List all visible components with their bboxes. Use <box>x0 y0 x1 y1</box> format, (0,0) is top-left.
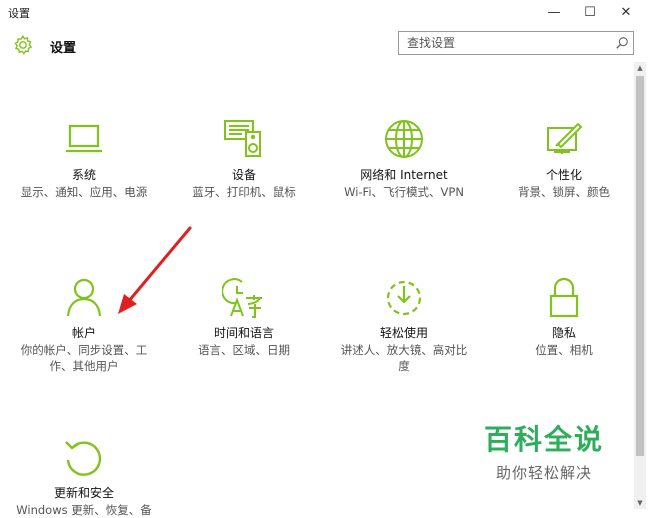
vertical-scrollbar[interactable]: ▲ ▼ <box>634 62 646 509</box>
category-description: 背景、锁屏、颜色 <box>518 185 610 199</box>
gear-icon <box>14 35 33 55</box>
scrollbar-thumb[interactable] <box>636 76 644 456</box>
category-devices[interactable]: 设备 蓝牙、打印机、鼠标 <box>164 118 324 200</box>
person-icon <box>66 278 102 317</box>
category-name: 设备 <box>231 168 256 182</box>
laptop-icon <box>66 124 102 153</box>
category-description: Windows 更新、恢复、备 <box>16 503 152 517</box>
watermark-subtitle: 助你轻松解决 <box>495 464 592 482</box>
page-title: 设置 <box>50 41 77 56</box>
category-description: 语言、区域、日期 <box>198 343 290 357</box>
watermark: 百科全说 助你轻松解决 <box>462 404 626 484</box>
category-name: 轻松使用 <box>379 326 428 340</box>
category-description: 讲述人、放大镜、高对比度 <box>340 343 468 373</box>
ease-of-access-icon <box>386 280 422 316</box>
category-description: Wi-Fi、飞行模式、VPN <box>344 185 464 199</box>
category-name: 系统 <box>71 168 96 182</box>
category-name: 帐户 <box>71 326 96 340</box>
category-name: 时间和语言 <box>213 326 274 340</box>
scroll-up-icon[interactable]: ▲ <box>634 62 646 74</box>
search-box[interactable] <box>398 31 634 55</box>
globe-icon <box>385 120 423 158</box>
search-input[interactable] <box>399 32 607 54</box>
scroll-down-icon[interactable]: ▼ <box>634 497 646 509</box>
category-description: 位置、相机 <box>535 343 593 357</box>
category-network[interactable]: 网络和 Internet Wi-Fi、飞行模式、VPN <box>324 118 484 200</box>
devices-icon <box>224 120 261 157</box>
category-personalization[interactable]: 个性化 背景、锁屏、颜色 <box>484 118 644 200</box>
close-button[interactable]: ✕ <box>608 0 644 26</box>
maximize-button[interactable]: ☐ <box>572 0 608 26</box>
lock-icon <box>549 277 579 318</box>
search-icon[interactable] <box>615 36 629 50</box>
paint-icon <box>547 122 583 154</box>
category-system[interactable]: 系统 显示、通知、应用、电源 <box>4 118 164 200</box>
category-description: 你的帐户、同步设置、工作、其他用户 <box>20 343 148 373</box>
minimize-button[interactable]: — <box>536 0 572 26</box>
category-ease-of-access[interactable]: 轻松使用 讲述人、放大镜、高对比度 <box>324 276 484 374</box>
update-icon <box>65 441 102 476</box>
category-privacy[interactable]: 隐私 位置、相机 <box>484 276 644 358</box>
category-name: 网络和 Internet <box>360 168 448 182</box>
time-language-icon <box>222 278 262 318</box>
category-description: 显示、通知、应用、电源 <box>20 185 148 199</box>
category-name: 个性化 <box>545 168 582 182</box>
title-bar: 设置 — ☐ ✕ <box>0 0 650 26</box>
window-title: 设置 <box>8 7 30 20</box>
category-update-security[interactable]: 更新和安全 Windows 更新、恢复、备 <box>4 436 164 518</box>
watermark-title: 百科全说 <box>483 423 604 456</box>
category-name: 隐私 <box>551 326 576 340</box>
category-name: 更新和安全 <box>53 486 114 500</box>
category-time-language[interactable]: 时间和语言 语言、区域、日期 <box>164 276 324 358</box>
category-accounts[interactable]: 帐户 你的帐户、同步设置、工作、其他用户 <box>4 276 164 374</box>
category-description: 蓝牙、打印机、鼠标 <box>192 185 296 199</box>
